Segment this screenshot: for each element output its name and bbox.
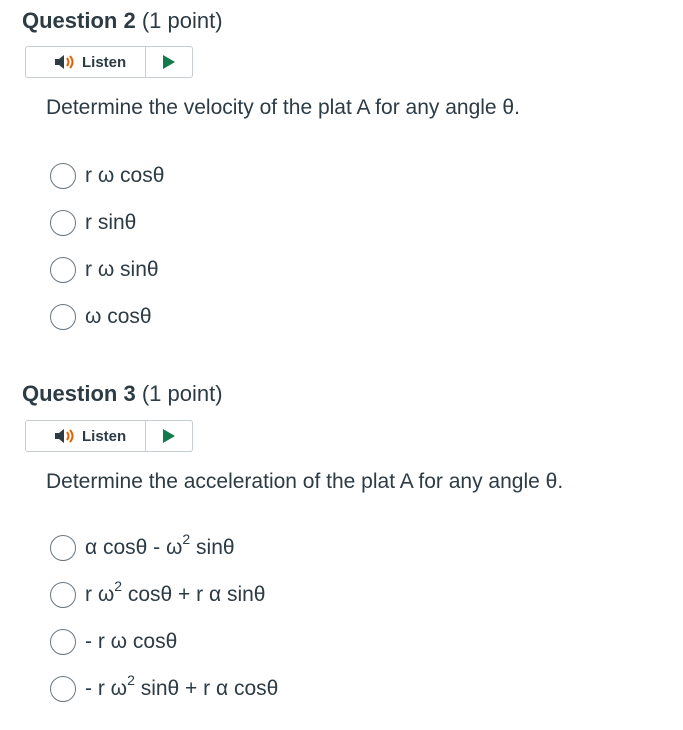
radio-button[interactable] (50, 676, 76, 702)
option-label: α cosθ - ω2 sinθ (85, 531, 235, 559)
question-3-title: Question 3 (1 point) (22, 381, 662, 407)
speaker-icon (55, 55, 74, 69)
q3-option-4[interactable]: - r ω2 sinθ + r α cosθ (50, 672, 279, 702)
question-3: Question 3 (1 point) (22, 381, 662, 407)
option-label: - r ω cosθ (85, 630, 178, 653)
radio-button[interactable] (50, 210, 76, 236)
option-label: r ω cosθ (85, 164, 165, 187)
option-label: ω cosθ (85, 305, 152, 328)
question-2-prompt: Determine the velocity of the plat A for… (46, 96, 520, 119)
radio-button[interactable] (50, 163, 76, 189)
listen-widget-q2: Listen (25, 46, 193, 78)
speaker-icon (55, 429, 74, 443)
question-2-points: (1 point) (141, 8, 223, 33)
radio-button[interactable] (50, 304, 76, 330)
radio-button[interactable] (50, 629, 76, 655)
q3-option-2[interactable]: r ω2 cosθ + r α sinθ (50, 578, 266, 608)
option-label: r sinθ (85, 211, 137, 234)
listen-button-q3[interactable]: Listen (26, 421, 146, 451)
radio-button[interactable] (50, 535, 76, 561)
play-icon (163, 429, 175, 443)
listen-button-q2[interactable]: Listen (26, 47, 146, 77)
option-label: - r ω2 sinθ + r α cosθ (85, 672, 279, 700)
question-3-points: (1 point) (141, 381, 223, 406)
listen-widget-q3: Listen (25, 420, 193, 452)
option-label: r ω sinθ (85, 258, 159, 281)
q2-option-4[interactable]: ω cosθ (50, 304, 152, 330)
listen-label: Listen (82, 53, 127, 71)
question-3-number: Question 3 (22, 381, 136, 406)
q2-option-3[interactable]: r ω sinθ (50, 257, 159, 283)
question-2-number: Question 2 (22, 8, 136, 33)
question-3-prompt: Determine the acceleration of the plat A… (46, 470, 564, 493)
q3-option-3[interactable]: - r ω cosθ (50, 629, 177, 655)
q2-option-2[interactable]: r sinθ (50, 210, 136, 236)
radio-button[interactable] (50, 582, 76, 608)
q3-option-1[interactable]: α cosθ - ω2 sinθ (50, 531, 235, 561)
listen-label: Listen (82, 427, 127, 445)
question-2: Question 2 (1 point) (22, 8, 662, 34)
question-2-title: Question 2 (1 point) (22, 8, 662, 34)
q2-option-1[interactable]: r ω cosθ (50, 163, 164, 189)
play-button-q2[interactable] (146, 47, 192, 77)
play-icon (163, 55, 175, 69)
play-button-q3[interactable] (146, 421, 192, 451)
radio-button[interactable] (50, 257, 76, 283)
option-label: r ω2 cosθ + r α sinθ (85, 578, 266, 606)
